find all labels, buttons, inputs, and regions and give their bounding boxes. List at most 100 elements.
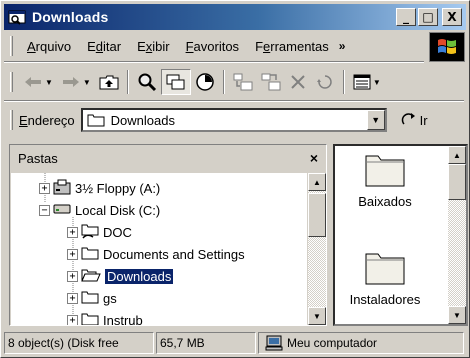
views-dropdown-arrow[interactable]: ▼ [373,78,381,87]
back-dropdown-arrow[interactable]: ▼ [45,78,53,87]
scroll-up-button[interactable]: ▲ [308,173,326,191]
expand-icon[interactable]: + [67,226,78,238]
undo-button[interactable] [311,69,339,95]
folders-scrollbar[interactable]: ▲ ▼ [308,173,326,325]
menu-exibir[interactable]: Exibir [129,39,178,54]
tree-item-label: Documents and Settings [103,246,245,262]
toolbar-separator [222,70,225,94]
address-dropdown-button[interactable]: ▼ [366,110,385,130]
tree-item[interactable]: + Downloads [67,265,175,287]
tree-item[interactable]: + Instrub [67,309,143,325]
tree-item[interactable]: − Local Disk (C:) [39,199,160,221]
file-item[interactable]: Baixados [335,152,435,209]
arrow-up-icon: ▲ [453,150,461,160]
scroll-thumb[interactable] [308,193,326,237]
scroll-down-button[interactable]: ▼ [308,307,326,325]
status-objects: 8 object(s) (Disk free [4,332,154,354]
maximize-icon: □ [422,10,434,24]
history-button[interactable] [191,69,219,95]
address-value: Downloads [110,112,175,128]
folders-pane: Pastas × +3½ Floppy (A:) − Local Disk (C:)… [9,144,327,326]
up-folder-button[interactable] [95,69,123,95]
folders-button[interactable] [160,69,191,95]
folders-icon [166,74,185,90]
expand-icon[interactable]: + [67,314,78,325]
minimize-button[interactable]: _ [396,8,416,26]
explorer-window: Downloads _ □ X Arquivo Editar Exibir Fa… [0,0,470,358]
copy-to-button[interactable] [257,69,285,95]
close-button[interactable]: X [442,8,462,26]
toolbar-separator [126,70,129,94]
expand-icon[interactable]: + [39,182,50,194]
views-icon [353,74,371,90]
delete-button[interactable] [285,69,311,95]
collapse-icon[interactable]: − [39,204,50,216]
tree-item-label: Downloads [103,267,175,285]
toolbar-grip[interactable] [10,72,13,92]
caption-buttons: _ □ X [396,8,462,26]
menu-editar[interactable]: Editar [79,39,129,54]
menu-ferramentas[interactable]: Ferramentas [247,39,337,54]
menubar-grip[interactable] [10,36,13,56]
expand-icon[interactable]: + [67,270,78,282]
menu-bar: Arquivo Editar Exibir Favoritos Ferramen… [4,33,444,59]
forward-dropdown-arrow[interactable]: ▼ [83,78,91,87]
content-scrollbar[interactable]: ▲ ▼ [448,146,466,324]
menubar-separator [4,61,424,63]
back-button[interactable]: ▼ [19,69,57,95]
folders-pane-header: Pastas × [10,145,326,171]
tree-item[interactable]: + DOC [67,221,132,243]
scroll-thumb[interactable] [448,164,466,200]
chevron-down-icon: ▼ [371,115,381,125]
hard-drive-icon [53,202,71,219]
standard-toolbar: ▼ ▼ ▼ [4,65,466,99]
maximize-button[interactable]: □ [418,8,438,26]
file-item[interactable]: Instaladores [335,250,435,307]
forward-button[interactable]: ▼ [57,69,95,95]
arrow-down-icon: ▼ [313,311,321,321]
status-size: 65,7 MB [156,332,256,354]
views-button[interactable]: ▼ [349,69,385,95]
window-title: Downloads [32,9,109,25]
windows-logo-icon [429,32,465,62]
expand-icon[interactable]: + [67,292,78,304]
up-folder-icon [99,75,119,90]
content-pane: Baixados Instaladores ▲ ▼ [333,144,468,326]
open-folder-icon [81,268,101,285]
title-bar[interactable]: Downloads _ □ X [4,4,466,30]
arrow-down-icon: ▼ [453,310,461,320]
menu-favoritos[interactable]: Favoritos [178,39,247,54]
address-bar: Endereço Downloads ▼ Ir [4,105,466,135]
expand-icon[interactable]: + [67,248,78,260]
address-combobox[interactable]: Downloads ▼ [80,108,387,132]
scroll-down-button[interactable]: ▼ [448,306,466,324]
address-label-rest: ndereço [27,112,75,128]
history-icon [196,73,214,91]
close-icon: X [447,10,457,24]
back-icon [25,77,41,87]
folder-icon [365,253,405,285]
toolbar-separator [342,70,345,94]
copy-to-icon [261,73,281,91]
go-label: Ir [419,112,428,128]
delete-icon [291,75,305,89]
menu-arquivo[interactable]: Arquivo [19,39,79,54]
search-button[interactable] [133,69,161,95]
close-pane-icon[interactable]: × [310,150,318,166]
tree-item[interactable]: +3½ Floppy (A:) [39,177,160,199]
folder-tree: +3½ Floppy (A:) − Local Disk (C:) + DOC + Docu… [11,173,307,325]
tree-item-label: gs [103,290,117,306]
forward-icon [62,77,79,87]
addressbar-grip[interactable] [10,110,13,130]
move-to-button[interactable] [229,69,257,95]
tree-item-label: 3½ Floppy (A:) [75,180,161,196]
move-to-icon [233,73,253,91]
go-button[interactable]: Ir [401,112,428,128]
menu-overflow-chevron[interactable]: » [339,39,346,53]
tree-item[interactable]: + Documents and Settings [67,243,245,265]
computer-icon [265,335,283,351]
folder-icon [87,114,105,127]
explorer-folder-icon [8,8,26,26]
scroll-up-button[interactable]: ▲ [448,146,466,164]
tree-item[interactable]: + gs [67,287,117,309]
